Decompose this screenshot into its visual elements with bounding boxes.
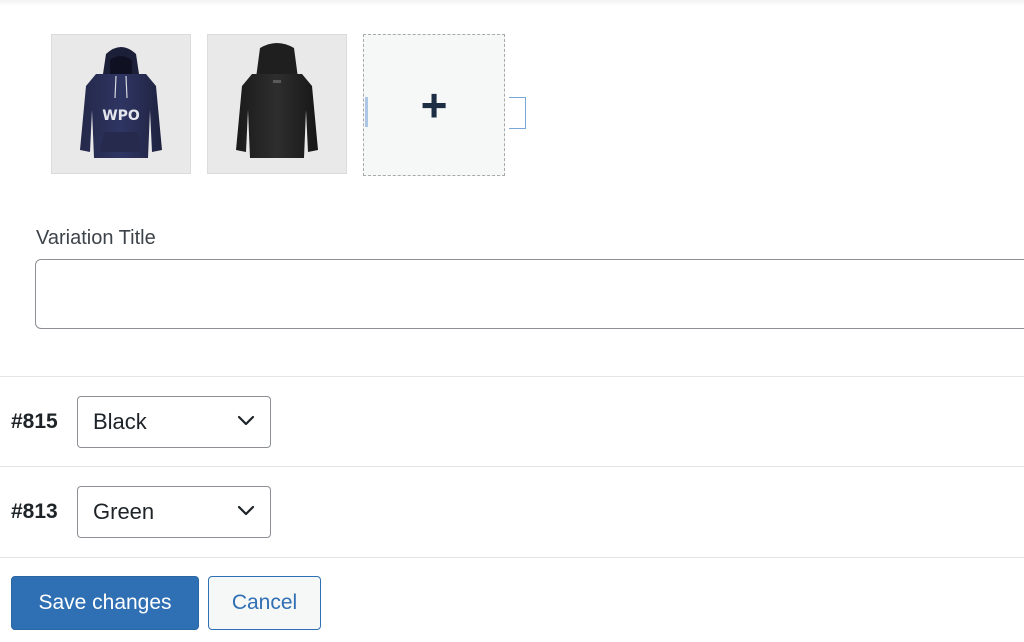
select-value: Black (93, 409, 147, 434)
variation-id-815: #815 (11, 410, 58, 433)
previous-section-edge (0, 0, 1024, 6)
drag-placeholder-edge (365, 97, 368, 127)
chevron-down-icon (237, 415, 255, 426)
divider (0, 557, 1024, 558)
divider (0, 376, 1024, 377)
variation-image-gallery: WPO + (51, 34, 505, 176)
cancel-button[interactable]: Cancel (208, 576, 321, 630)
select-value: Green (93, 499, 155, 524)
variation-815-select[interactable]: Black (77, 396, 271, 448)
divider (0, 466, 1024, 467)
variation-title-label: Variation Title (36, 227, 156, 249)
variation-id-813: #813 (11, 500, 58, 523)
variation-813-select[interactable]: Green (77, 486, 271, 538)
gallery-image-hoodie-back[interactable] (207, 34, 347, 174)
save-changes-button[interactable]: Save changes (11, 576, 199, 630)
drag-placeholder-box (509, 97, 526, 129)
plus-icon: + (420, 79, 448, 131)
hoodie-print-text: WPO (102, 108, 140, 124)
hoodie-front-image: WPO (80, 47, 162, 158)
gallery-image-hoodie-front[interactable]: WPO (51, 34, 191, 174)
variation-title-input[interactable] (35, 259, 1024, 329)
add-image-button[interactable]: + (363, 34, 505, 176)
hoodie-back-image (236, 43, 318, 158)
chevron-down-icon (237, 505, 255, 516)
